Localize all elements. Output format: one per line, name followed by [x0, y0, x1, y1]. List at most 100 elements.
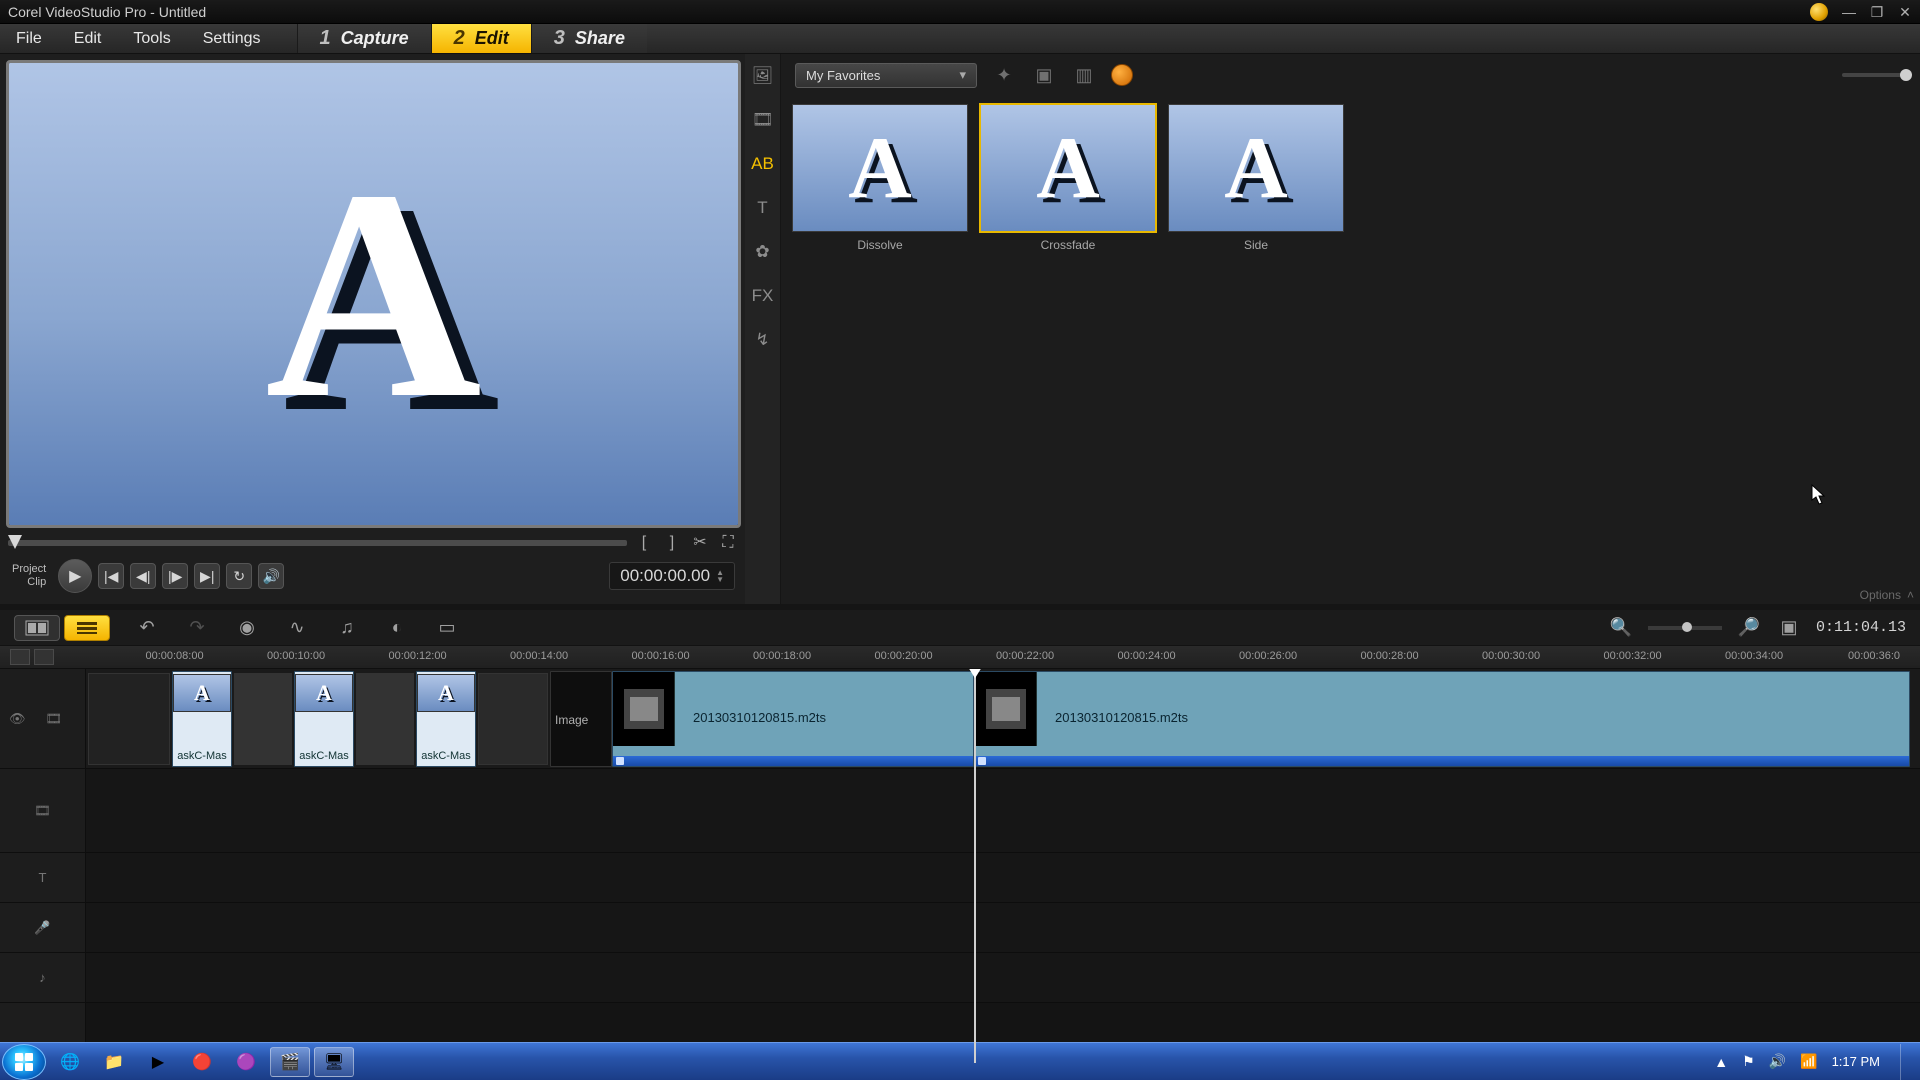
taskbar-explorer-icon[interactable]: 📁	[94, 1047, 134, 1077]
redo-button[interactable]: ↷	[184, 616, 210, 640]
track-motion-button[interactable]: ◐	[384, 616, 410, 640]
zoom-in-icon[interactable]: 🔎	[1736, 616, 1762, 640]
menu-edit[interactable]: Edit	[58, 24, 118, 53]
taskbar-videostudio-icon[interactable]: 🎬	[270, 1047, 310, 1077]
transition-dissolve[interactable]: A Dissolve	[789, 104, 971, 252]
minimize-button[interactable]: —	[1842, 5, 1856, 19]
track-head-voice[interactable]: 🎤	[0, 903, 85, 953]
timecode-field[interactable]: 00:00:00.00 ▲▼	[609, 562, 735, 590]
timeline-ruler[interactable]: 00:00:08:0000:00:10:0000:00:12:0000:00:1…	[0, 646, 1920, 669]
subtitle-button[interactable]: ▭	[434, 616, 460, 640]
clip-video-b[interactable]: 20130310120815.m2ts	[974, 671, 1910, 767]
ruler-tick: 00:00:20:00	[874, 650, 932, 662]
taskbar-ie-icon[interactable]: 🌐	[50, 1047, 90, 1077]
clip-photo[interactable]: A askC-Mas	[172, 671, 232, 767]
clip-photo[interactable]: A askC-Mas	[416, 671, 476, 767]
auto-music-button[interactable]: ♫	[334, 616, 360, 640]
library-gallery-dropdown[interactable]: My Favorites	[795, 63, 977, 88]
restore-button[interactable]: ❐	[1870, 5, 1884, 19]
taskbar-app-red-icon[interactable]: 🔴	[182, 1047, 222, 1077]
repeat-button[interactable]: ↻	[226, 563, 252, 589]
clip-thumb[interactable]	[234, 673, 292, 765]
record-button[interactable]: ◉	[234, 616, 260, 640]
apply-random-icon[interactable]: ▥	[1071, 62, 1097, 88]
tray-flag-icon[interactable]: ⚑	[1742, 1053, 1755, 1070]
scrub-slider[interactable]	[8, 540, 627, 546]
thumb-label: Crossfade	[1041, 238, 1096, 252]
add-to-favorites-icon[interactable]: ✦	[991, 62, 1017, 88]
taskbar-app-other-icon[interactable]: 🖥	[314, 1047, 354, 1077]
transition-icon[interactable]: AB	[750, 154, 776, 174]
close-button[interactable]: ✕	[1898, 5, 1912, 19]
clip-thumb[interactable]	[88, 673, 170, 765]
ruler-tick: 00:00:26:00	[1239, 650, 1297, 662]
timeline-zoom-slider[interactable]	[1648, 626, 1722, 630]
clip-thumb[interactable]	[356, 673, 414, 765]
project-mode-label[interactable]: Project	[12, 563, 46, 576]
mark-in-icon[interactable]: [	[633, 532, 655, 554]
menu-tools[interactable]: Tools	[117, 24, 186, 53]
volume-button[interactable]: 🔊	[258, 563, 284, 589]
taskbar-media-icon[interactable]: ▶	[138, 1047, 178, 1077]
path-icon[interactable]: ↯	[750, 330, 776, 350]
clip-mode-label[interactable]: Clip	[12, 576, 46, 589]
step-capture[interactable]: 1 Capture	[297, 24, 431, 53]
eye-icon[interactable]: 👁	[9, 711, 26, 727]
prev-frame-button[interactable]: ◀|	[130, 563, 156, 589]
media-icon[interactable]: 🖼	[750, 66, 776, 86]
end-button[interactable]: ▶|	[194, 563, 220, 589]
title-orb-icon[interactable]	[1810, 3, 1828, 21]
home-button[interactable]: |◀	[98, 563, 124, 589]
track-head-music[interactable]: ♪	[0, 953, 85, 1003]
music-track-icon: ♪	[39, 970, 46, 985]
step-edit[interactable]: 2 Edit	[431, 24, 531, 53]
taskbar-app-pink-icon[interactable]: 🟣	[226, 1047, 266, 1077]
menu-file[interactable]: File	[0, 24, 58, 53]
menu-settings[interactable]: Settings	[187, 24, 277, 53]
apply-current-icon[interactable]: ▣	[1031, 62, 1057, 88]
ruler-mode-a[interactable]	[10, 649, 30, 665]
track-head-video[interactable]: 👁 🎞	[0, 669, 85, 769]
enlarge-icon[interactable]: ⛶	[717, 532, 739, 554]
thumb-size-slider[interactable]	[1842, 73, 1906, 77]
track-head-overlay[interactable]: 🎞	[0, 769, 85, 853]
mark-out-icon[interactable]: ]	[661, 532, 683, 554]
transition-crossfade[interactable]: A Crossfade	[977, 104, 1159, 252]
clip-photo[interactable]: A askC-Mas	[294, 671, 354, 767]
storyboard-view-button[interactable]	[14, 615, 60, 641]
tray-volume-icon[interactable]: 🔊	[1769, 1053, 1786, 1070]
transition-side[interactable]: A Side	[1165, 104, 1347, 252]
ruler-mode-b[interactable]	[34, 649, 54, 665]
clip-image[interactable]: Image	[550, 671, 612, 767]
track-area[interactable]: A askC-Mas A askC-Mas A askC-Mas Image	[86, 669, 1920, 1080]
fit-project-icon[interactable]: ▣	[1776, 616, 1802, 640]
zoom-out-icon[interactable]: 🔍	[1608, 616, 1634, 640]
undo-button[interactable]: ↶	[134, 616, 160, 640]
show-desktop-button[interactable]	[1900, 1044, 1912, 1080]
tray-clock[interactable]: 1:17 PM	[1832, 1054, 1880, 1069]
start-button[interactable]	[2, 1044, 46, 1080]
playhead[interactable]	[974, 669, 976, 1063]
clip-thumb[interactable]	[478, 673, 548, 765]
video-track-icon: 🎞	[46, 711, 63, 727]
next-frame-button[interactable]: |▶	[162, 563, 188, 589]
timeline-view-button[interactable]	[64, 615, 110, 641]
instant-project-icon[interactable]: 🎞	[750, 110, 776, 130]
title-icon[interactable]: T	[750, 198, 776, 218]
clip-thumb-icon	[613, 672, 675, 746]
get-more-icon[interactable]	[1111, 64, 1133, 86]
graphic-icon[interactable]: ✿	[750, 242, 776, 262]
clip-video-a[interactable]: 20130310120815.m2ts	[612, 671, 974, 767]
track-head-title[interactable]: T	[0, 853, 85, 903]
mixer-button[interactable]: ∿	[284, 616, 310, 640]
options-panel-toggle[interactable]: Options ˄	[1860, 588, 1914, 602]
preview-window[interactable]: A	[6, 60, 741, 528]
tray-up-icon[interactable]: ▲	[1714, 1054, 1728, 1070]
thumb-label: Dissolve	[857, 238, 902, 252]
ruler-tick: 00:00:22:00	[996, 650, 1054, 662]
filter-icon[interactable]: FX	[750, 286, 776, 306]
tray-network-icon[interactable]: 📶	[1800, 1053, 1817, 1070]
play-button[interactable]: ▶	[58, 559, 92, 593]
step-share[interactable]: 3 Share	[531, 24, 647, 53]
split-icon[interactable]: ✂	[689, 532, 711, 554]
